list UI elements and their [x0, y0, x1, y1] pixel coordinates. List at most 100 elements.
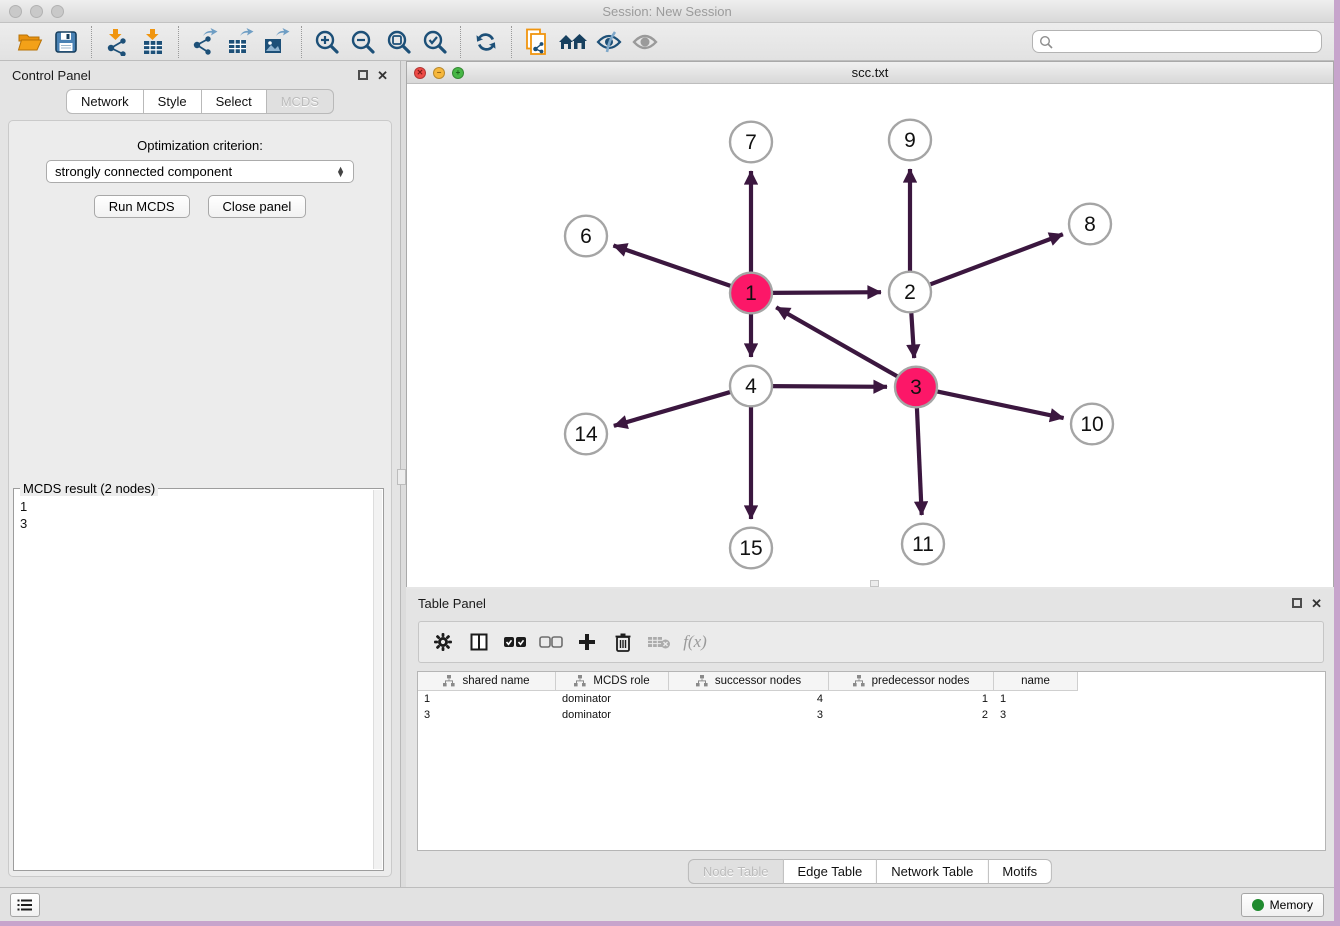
cell-predecessor-nodes[interactable]: 1 — [829, 693, 994, 705]
delete-column-button[interactable] — [607, 626, 639, 658]
zoom-out-button[interactable] — [345, 26, 381, 58]
graph-edge-3-11[interactable] — [917, 406, 922, 515]
deselect-all-button[interactable] — [535, 626, 567, 658]
table-toolbar: f(x) — [418, 621, 1324, 663]
zoom-fit-button[interactable] — [381, 26, 417, 58]
tab-select[interactable]: Select — [202, 89, 267, 114]
cell-predecessor-nodes[interactable]: 2 — [829, 709, 994, 721]
mcds-result-line: 1 — [20, 498, 373, 515]
cell-mcds-role[interactable]: dominator — [556, 709, 669, 721]
eye-slash-icon — [595, 30, 623, 54]
graph-edge-3-10[interactable] — [935, 391, 1064, 418]
session-titlebar: Session: New Session — [0, 0, 1334, 23]
zoom-out-icon — [350, 29, 376, 55]
select-all-button[interactable] — [499, 626, 531, 658]
canvas-bottom-grip[interactable] — [870, 580, 879, 587]
column-header-successor-nodes[interactable]: successor nodes — [669, 672, 829, 691]
home-button[interactable] — [555, 26, 591, 58]
cell-name[interactable]: 3 — [994, 709, 1078, 721]
toolbar-separator — [460, 26, 461, 58]
memory-label: Memory — [1270, 898, 1313, 912]
tab-style[interactable]: Style — [144, 89, 202, 114]
import-table-button[interactable] — [135, 26, 171, 58]
cell-successor-nodes[interactable]: 3 — [669, 709, 829, 721]
close-panel-icon-button[interactable]: ✕ — [377, 69, 388, 82]
export-network-icon — [190, 28, 218, 56]
function-builder-button[interactable]: f(x) — [679, 626, 711, 658]
export-network-button[interactable] — [186, 26, 222, 58]
tab-node-table[interactable]: Node Table — [688, 859, 784, 884]
import-network-button[interactable] — [99, 26, 135, 58]
cell-shared-name[interactable]: 1 — [418, 693, 556, 705]
task-history-button[interactable] — [10, 893, 40, 917]
open-file-button[interactable] — [12, 26, 48, 58]
run-mcds-button[interactable]: Run MCDS — [94, 195, 190, 218]
table-row[interactable]: 1 dominator 4 1 1 — [418, 691, 1325, 707]
float-table-panel-button[interactable] — [1292, 598, 1302, 608]
save-session-button[interactable] — [48, 26, 84, 58]
show-columns-button[interactable] — [463, 626, 495, 658]
delete-table-button[interactable] — [643, 626, 675, 658]
graph-edge-2-8[interactable] — [928, 234, 1063, 285]
cell-successor-nodes[interactable]: 4 — [669, 693, 829, 705]
tab-network[interactable]: Network — [66, 89, 144, 114]
close-panel-button[interactable]: Close panel — [208, 195, 307, 218]
float-panel-button[interactable] — [358, 70, 368, 80]
optimization-criterion-select[interactable]: strongly connected component ▲▼ — [46, 160, 354, 183]
close-table-panel-button[interactable]: ✕ — [1311, 597, 1322, 610]
splitter-grip[interactable] — [397, 469, 406, 485]
cell-mcds-role[interactable]: dominator — [556, 693, 669, 705]
trash-icon — [614, 632, 632, 652]
toolbar-separator — [511, 26, 512, 58]
table-tabs: Node Table Edge Table Network Table Moti… — [688, 859, 1052, 884]
table-settings-button[interactable] — [427, 626, 459, 658]
column-header-mcds-role[interactable]: MCDS role — [556, 672, 669, 691]
export-image-button[interactable] — [258, 26, 294, 58]
graph-edge-4-3[interactable] — [770, 386, 887, 387]
plus-icon — [577, 632, 597, 652]
add-column-button[interactable] — [571, 626, 603, 658]
zoom-in-button[interactable] — [309, 26, 345, 58]
list-icon — [17, 898, 33, 912]
table-row[interactable]: 3 dominator 3 2 3 — [418, 707, 1325, 723]
table-panel-header: Table Panel ✕ — [406, 589, 1334, 617]
result-scrollbar[interactable] — [373, 490, 382, 869]
select-value: strongly connected component — [55, 164, 232, 179]
mcds-result-line: 3 — [20, 515, 373, 532]
column-header-name[interactable]: name — [994, 672, 1078, 691]
cell-shared-name[interactable]: 3 — [418, 709, 556, 721]
zoom-selected-button[interactable] — [417, 26, 453, 58]
network-graph[interactable]: 7968124314101511 — [407, 84, 1333, 587]
fx-icon: f(x) — [683, 632, 707, 652]
refresh-button[interactable] — [468, 26, 504, 58]
graph-edge-1-2[interactable] — [770, 292, 881, 293]
tab-motifs[interactable]: Motifs — [988, 859, 1052, 884]
cell-name[interactable]: 1 — [994, 693, 1078, 705]
network-canvas[interactable]: 7968124314101511 — [407, 84, 1333, 587]
graph-edge-2-3[interactable] — [911, 311, 914, 358]
memory-button[interactable]: Memory — [1241, 893, 1324, 917]
search-input[interactable] — [1057, 35, 1315, 49]
graph-node-label: 8 — [1084, 213, 1096, 236]
search-field[interactable] — [1032, 30, 1322, 53]
tab-mcds[interactable]: MCDS — [267, 89, 334, 114]
graph-node-label: 10 — [1080, 413, 1103, 436]
export-table-button[interactable] — [222, 26, 258, 58]
graph-edge-3-1[interactable] — [776, 307, 899, 377]
mcds-result-list[interactable]: 1 3 — [20, 492, 373, 869]
column-header-shared-name[interactable]: shared name — [418, 672, 556, 691]
show-graphics-button[interactable] — [627, 26, 663, 58]
status-bar: Memory — [0, 887, 1334, 921]
clone-network-button[interactable] — [519, 26, 555, 58]
tab-edge-table[interactable]: Edge Table — [783, 859, 877, 884]
network-view-window: scc.txt ✕ − + 7968124314101511 — [406, 61, 1334, 587]
table-panel-title: Table Panel — [418, 596, 486, 611]
graph-edge-1-6[interactable] — [613, 245, 733, 286]
eye-icon — [631, 30, 659, 54]
graph-edge-4-14[interactable] — [614, 391, 733, 426]
graph-node-label: 4 — [745, 375, 757, 398]
hide-graphics-button[interactable] — [591, 26, 627, 58]
column-header-predecessor-nodes[interactable]: predecessor nodes — [829, 672, 994, 691]
import-table-icon — [140, 28, 166, 56]
tab-network-table[interactable]: Network Table — [877, 859, 988, 884]
